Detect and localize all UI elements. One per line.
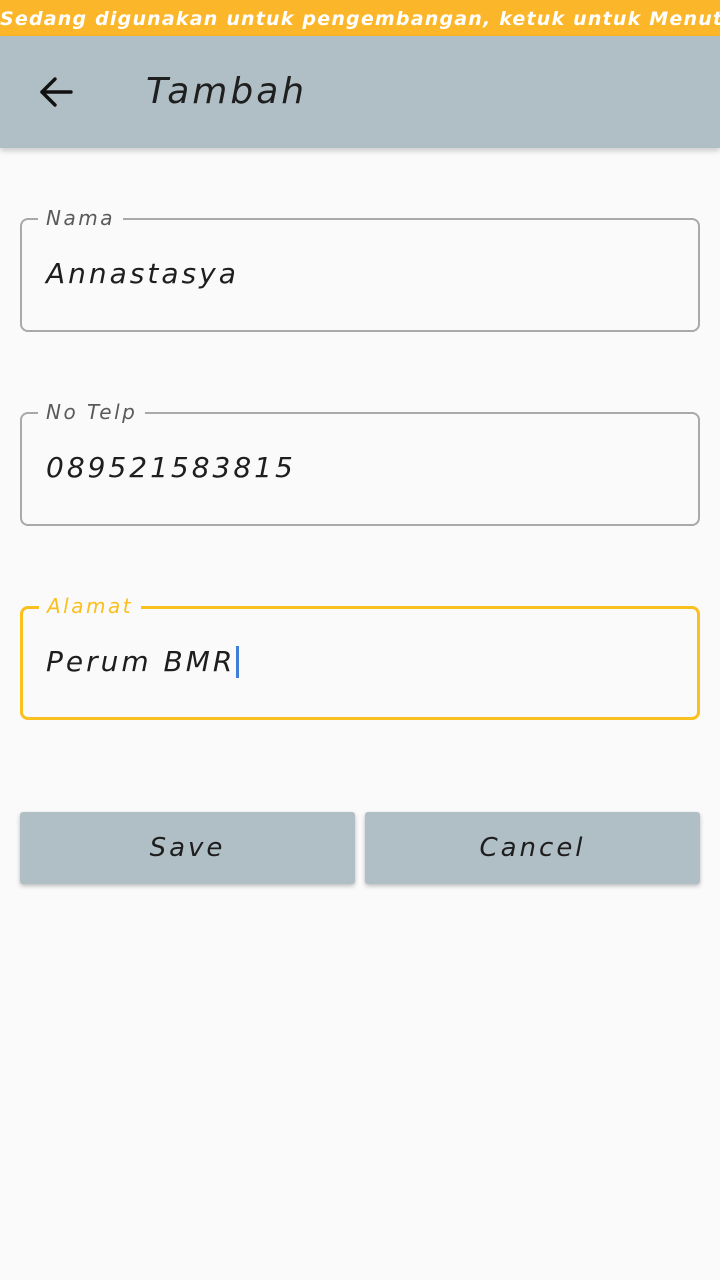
cancel-button[interactable]: Cancel <box>365 812 700 884</box>
telp-field[interactable]: No Telp 089521583815 <box>20 400 700 526</box>
nama-label: Nama <box>38 206 123 230</box>
arrow-left-icon <box>40 77 73 107</box>
page-title: Tambah <box>146 71 308 112</box>
app-bar: Tambah <box>0 36 720 148</box>
nama-field[interactable]: Nama Annastasya <box>20 206 700 332</box>
alamat-input-text: Perum BMR <box>46 645 236 678</box>
telp-input[interactable]: 089521583815 <box>46 450 296 486</box>
nama-input[interactable]: Annastasya <box>46 256 239 292</box>
back-button[interactable] <box>28 64 84 120</box>
text-caret <box>236 646 240 678</box>
dev-mode-banner[interactable]: Sedang digunakan untuk pengembangan, ket… <box>0 0 720 36</box>
alamat-input[interactable]: Perum BMR <box>46 644 240 680</box>
alamat-label: Alamat <box>39 594 142 618</box>
alamat-field[interactable]: Alamat Perum BMR <box>20 594 700 720</box>
telp-label: No Telp <box>38 400 146 424</box>
save-button[interactable]: Save <box>20 812 355 884</box>
